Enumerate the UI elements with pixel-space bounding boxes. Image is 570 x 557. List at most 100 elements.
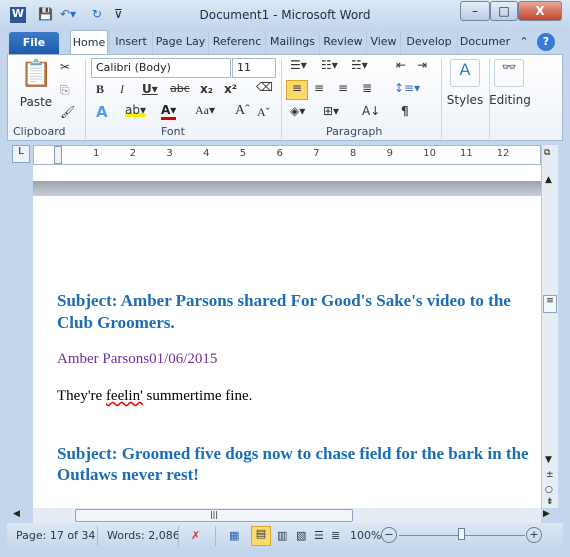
editing-button[interactable]: Editing (488, 93, 532, 107)
view-ruler-icon[interactable]: ⧉ (544, 148, 550, 158)
center-icon[interactable]: ≡ (314, 81, 324, 95)
body-text-part: summertime fine. (142, 388, 253, 404)
minimize-button[interactable]: – (460, 1, 490, 21)
group-label-clipboard: Clipboard (13, 125, 66, 138)
proofing-error-icon[interactable]: ✗ (191, 529, 200, 542)
web-layout-icon[interactable]: ▧ (296, 529, 306, 542)
horizontal-ruler[interactable]: 1 2 3 4 5 6 7 8 9 10 11 12 (33, 145, 541, 165)
subject-heading-cont: Club Groomers. (57, 313, 175, 332)
subject-heading: Subject: Amber Parsons shared For Good's… (57, 291, 511, 310)
underline-icon[interactable]: U▾ (142, 82, 158, 96)
copy-icon[interactable]: ⎘ (60, 83, 70, 98)
scroll-down-icon[interactable]: ▼ (545, 455, 552, 465)
scroll-up-icon[interactable]: ▲ (545, 175, 552, 185)
divider (441, 59, 442, 139)
tab-file[interactable]: File (9, 32, 59, 55)
select-browse-object-icon[interactable]: ○ (545, 485, 553, 495)
scroll-left-icon[interactable]: ◀ (13, 509, 20, 519)
paste-button[interactable]: Paste (16, 95, 56, 109)
divider (97, 526, 98, 546)
tab-page-layout[interactable]: Page Lay (152, 30, 208, 55)
tab-insert[interactable]: Insert (109, 30, 152, 55)
zoom-out-button[interactable]: − (381, 527, 397, 543)
ruler-number: 2 (129, 148, 137, 159)
grow-font-icon[interactable]: Aˆ (235, 103, 250, 119)
divider (215, 526, 216, 546)
sort-icon[interactable]: A↓ (362, 104, 380, 118)
close-button[interactable]: X (518, 1, 562, 21)
help-icon[interactable]: ? (537, 33, 555, 51)
ruler-number: 10 (423, 148, 437, 159)
page-count[interactable]: Page: 17 of 34 (16, 529, 95, 542)
tab-developer[interactable]: Develop (400, 30, 457, 55)
styles-button[interactable]: Styles (445, 93, 485, 107)
zoom-slider-thumb[interactable] (458, 528, 465, 540)
minimize-ribbon-icon[interactable]: ⌃ (515, 30, 533, 55)
align-left-icon[interactable]: ≡ (286, 80, 308, 100)
ruler-number: 4 (203, 148, 210, 159)
author-date: Amber Parsons01/06/2015 (57, 351, 218, 367)
bold-icon[interactable]: B (96, 82, 104, 97)
scroll-thumb[interactable]: ≡ (543, 295, 557, 313)
spelling-error[interactable]: feelin' (106, 388, 143, 404)
paste-icon[interactable]: 📋 (20, 59, 52, 89)
borders-icon[interactable]: ⊞▾ (323, 104, 339, 118)
draft-icon[interactable]: ≣ (331, 529, 340, 542)
italic-icon[interactable]: I (120, 82, 124, 97)
tab-document[interactable]: Documer (457, 30, 512, 55)
outline-icon[interactable]: ☰ (314, 529, 324, 542)
strikethrough-icon[interactable]: abc (170, 82, 190, 95)
maximize-button[interactable]: □ (490, 1, 518, 21)
horizontal-scrollbar[interactable]: ◀ ||| ▶ (13, 508, 550, 523)
document-area[interactable]: Subject: Amber Parsons shared For Good's… (33, 165, 541, 508)
divider (178, 526, 179, 546)
tab-review[interactable]: Review (319, 30, 366, 55)
next-page-icon[interactable]: ⇟ (546, 497, 554, 507)
macro-record-icon[interactable]: ▦ (229, 529, 239, 542)
font-color-icon[interactable]: A▾ (161, 103, 177, 120)
increase-indent-icon[interactable]: ⇥ (417, 58, 427, 72)
format-painter-icon[interactable]: 🖌 (60, 105, 75, 119)
superscript-icon[interactable]: x² (224, 82, 237, 96)
tab-selector[interactable]: L (12, 145, 30, 163)
ribbon: 📋 Paste ✂ ⎘ 🖌 Clipboard Calibri (Body) 1… (7, 54, 563, 141)
body-text-part: They're (57, 388, 106, 404)
print-layout-icon[interactable]: ▤ (251, 526, 271, 546)
group-label-font: Font (161, 125, 185, 138)
decrease-indent-icon[interactable]: ⇤ (396, 58, 406, 72)
page-break-gap (33, 181, 541, 196)
clear-formatting-icon[interactable]: ⌫ (256, 80, 273, 94)
full-screen-reading-icon[interactable]: ▥ (277, 529, 287, 542)
ruler-number: 12 (496, 148, 510, 159)
scroll-thumb[interactable]: ||| (75, 509, 353, 522)
cut-icon[interactable]: ✂ (60, 60, 70, 74)
show-hide-icon[interactable]: ¶ (401, 104, 409, 118)
shading-icon[interactable]: ◈▾ (290, 104, 305, 118)
justify-icon[interactable]: ≣ (362, 81, 372, 95)
shrink-font-icon[interactable]: Aˇ (257, 105, 270, 120)
zoom-level[interactable]: 100% (350, 529, 381, 542)
font-name-dropdown[interactable]: Calibri (Body) (91, 58, 231, 78)
bullets-icon[interactable]: ☰▾ (290, 58, 307, 72)
vertical-scrollbar[interactable]: ⧉ ▲ ≡ ▼ ± ○ ⇟ (541, 145, 558, 508)
scroll-right-icon[interactable]: ▶ (543, 509, 550, 519)
styles-icon[interactable]: A (450, 59, 480, 87)
zoom-in-button[interactable]: + (526, 527, 542, 543)
tab-mailings[interactable]: Mailings (265, 30, 319, 55)
tab-home[interactable]: Home (70, 30, 108, 55)
multilevel-list-icon[interactable]: ☵▾ (351, 58, 368, 72)
numbering-icon[interactable]: ☷▾ (321, 58, 338, 72)
tab-references[interactable]: Referenc (208, 30, 265, 55)
align-right-icon[interactable]: ≡ (338, 81, 348, 95)
previous-page-icon[interactable]: ± (546, 470, 554, 480)
word-count[interactable]: Words: 2,086 (107, 529, 180, 542)
find-binoculars-icon[interactable]: 👓 (494, 59, 524, 87)
change-case-icon[interactable]: Aa▾ (195, 103, 215, 118)
subscript-icon[interactable]: x₂ (200, 82, 213, 96)
font-size-dropdown[interactable]: 11 (232, 58, 276, 78)
highlight-icon[interactable]: ab▾ (125, 103, 146, 117)
tab-view[interactable]: View (366, 30, 400, 55)
line-spacing-icon[interactable]: ↕≡▾ (394, 81, 420, 95)
text-effects-icon[interactable]: A (96, 103, 108, 121)
ruler-number: 7 (313, 148, 320, 159)
